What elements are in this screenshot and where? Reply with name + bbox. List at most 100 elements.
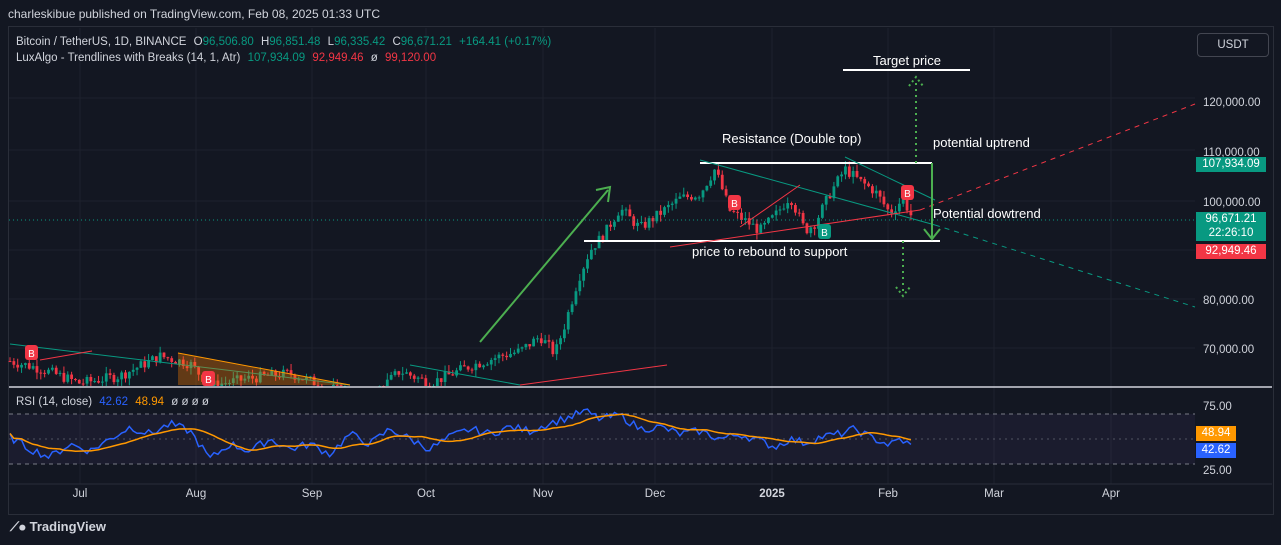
candle-body	[443, 371, 447, 383]
rsi-label-badge: 48.94	[1196, 426, 1236, 441]
candle-body	[497, 354, 501, 359]
candle-body	[847, 166, 851, 177]
price-chart[interactable]: B B B B B Target price Resistance (Doubl…	[0, 0, 1281, 545]
candle-body	[563, 329, 566, 339]
candle-body	[39, 372, 43, 374]
change-value: +164.41 (+0.17%)	[459, 36, 552, 48]
indicator-legend[interactable]: LuxAlgo - Trendlines with Breaks (14, 1,…	[16, 52, 440, 64]
candle-body	[505, 355, 509, 358]
candle-body	[74, 379, 77, 381]
candle-body	[166, 357, 170, 359]
candle-body	[482, 365, 485, 368]
candle-body	[859, 176, 863, 180]
candle-body	[586, 259, 589, 269]
candle-body	[613, 221, 616, 227]
candle-body	[851, 171, 855, 177]
candle-body	[824, 195, 828, 205]
candle-body	[763, 222, 766, 225]
candle-body	[840, 174, 843, 177]
candle-body	[759, 224, 763, 233]
rsi-value: 42.62	[99, 396, 129, 408]
time-tick-label: Nov	[532, 488, 554, 500]
candle-body	[801, 212, 805, 224]
price-label-badge: 22:26:10	[1196, 226, 1266, 241]
candle-body	[786, 203, 790, 209]
candle-body	[285, 369, 289, 371]
candle-body	[705, 185, 709, 191]
candle-body	[509, 353, 512, 358]
candle-body	[62, 372, 66, 382]
candle-body	[528, 344, 532, 347]
candle-body	[628, 209, 632, 217]
candle-body	[66, 374, 70, 382]
candle-body	[770, 215, 774, 218]
svg-text:B: B	[28, 349, 35, 360]
lux-trendline-red-3	[519, 364, 668, 386]
candle-body	[170, 358, 174, 362]
candle-body	[659, 210, 663, 215]
time-tick-label: Mar	[984, 488, 1004, 500]
candle-body	[809, 227, 813, 234]
candle-body	[663, 207, 666, 215]
rsi-tick-label: 75.00	[1203, 401, 1232, 413]
indicator-null-symbol: ø	[370, 52, 378, 64]
tradingview-footer[interactable]: ⟋⦁ TradingView	[10, 519, 106, 535]
time-tick-label: Jul	[72, 488, 88, 500]
candle-body	[520, 347, 524, 349]
candle-body	[162, 352, 166, 358]
candle-body	[489, 359, 493, 365]
candle-body	[551, 341, 555, 355]
candle-body	[605, 224, 609, 241]
symbol-legend[interactable]: Bitcoin / TetherUS, 1D, BINANCE O96,506.…	[16, 36, 555, 48]
candle-body	[547, 340, 551, 342]
candle-body	[844, 166, 847, 175]
candle-body	[863, 179, 867, 184]
break-marker: B	[202, 371, 215, 386]
candle-body	[674, 198, 678, 204]
rsi-legend[interactable]: RSI (14, close) 42.62 48.94 ø ø ø ø	[16, 396, 213, 408]
lux-trendline-red-2	[739, 184, 801, 228]
candle-body	[678, 196, 682, 199]
candle-body	[609, 224, 612, 227]
candle-body	[127, 371, 131, 379]
time-tick-label: Aug	[185, 488, 207, 500]
high-value: 96,851.48	[269, 36, 321, 48]
svg-text:B: B	[904, 189, 911, 200]
candle-body	[778, 209, 782, 211]
candle-body	[794, 205, 797, 213]
candle-body	[813, 227, 817, 229]
candle-body	[640, 221, 643, 223]
price-label-badge: 92,949.46	[1196, 244, 1266, 259]
candle-body	[420, 377, 424, 379]
candle-body	[512, 352, 516, 354]
candle-body	[874, 190, 878, 194]
candle-body	[416, 377, 420, 379]
low-value: 96,335.42	[334, 36, 386, 48]
candle-body	[578, 280, 582, 292]
candle-body	[713, 169, 716, 181]
candle-body	[54, 367, 58, 374]
currency-button[interactable]: USDT	[1197, 33, 1269, 57]
candle-body	[43, 372, 47, 374]
candle-body	[385, 379, 389, 386]
candle-body	[35, 366, 39, 373]
indicator-value-3: 99,120.00	[384, 52, 437, 64]
downtrend-label: Potential dowtrend	[933, 206, 1041, 221]
candle-body	[70, 374, 73, 380]
time-tick-label: Dec	[644, 488, 666, 500]
uptrend-label: potential uptrend	[933, 135, 1030, 150]
candle-body	[878, 190, 882, 197]
candle-body	[470, 369, 474, 371]
candle-body	[782, 208, 786, 210]
symbol-name: Bitcoin / TetherUS, 1D, BINANCE	[16, 36, 187, 48]
candle-body	[755, 223, 759, 233]
candle-body	[339, 385, 343, 387]
candle-body	[624, 209, 628, 211]
candle-body	[135, 367, 139, 370]
candle-body	[58, 372, 62, 374]
candle-body	[871, 186, 874, 194]
candle-body	[790, 203, 793, 206]
lux-trendline-red-4	[39, 350, 93, 361]
close-value: 96,671.21	[400, 36, 452, 48]
candle-body	[536, 338, 539, 340]
